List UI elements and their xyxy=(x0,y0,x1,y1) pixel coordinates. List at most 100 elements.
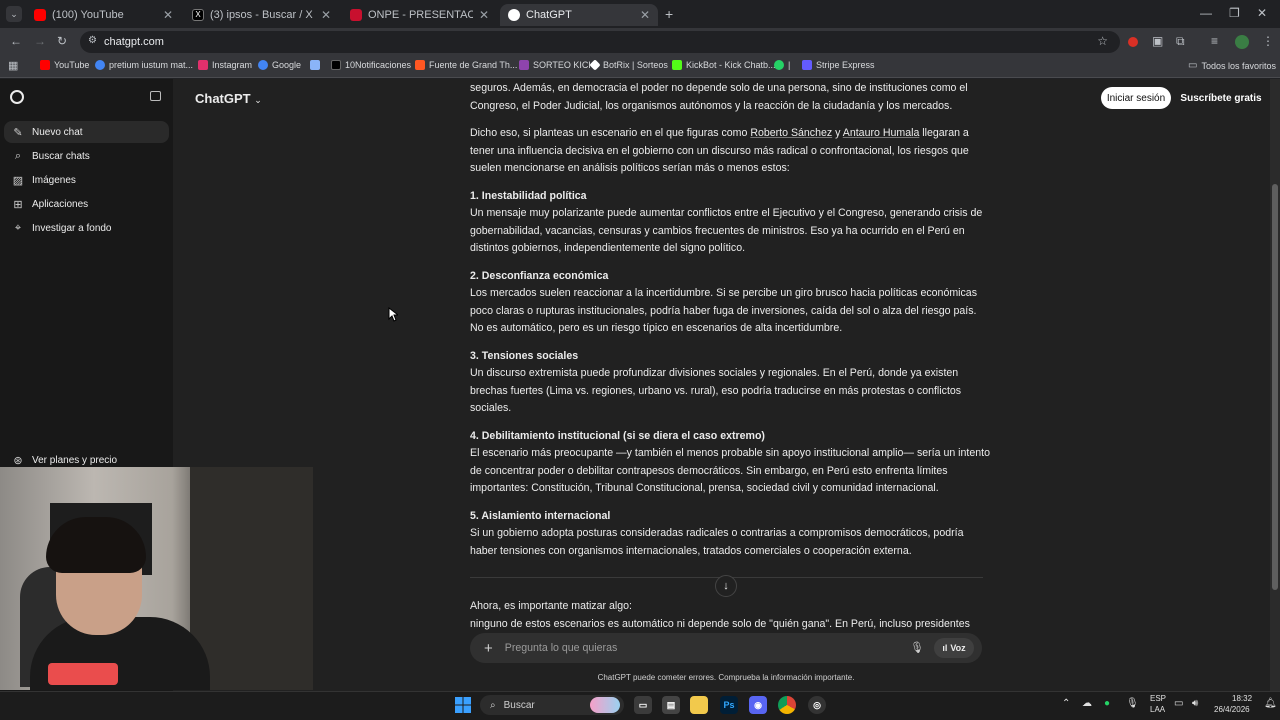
bookmark-unnamed[interactable] xyxy=(310,60,324,70)
task-view-icon[interactable]: ▭ xyxy=(634,696,652,714)
printer-app-icon[interactable]: ▤ xyxy=(662,696,680,714)
sidebar-item-apps[interactable]: ⊞ Aplicaciones xyxy=(4,193,169,215)
extension-icon[interactable]: ▣ xyxy=(1152,34,1163,48)
bookmark-stripe[interactable]: Stripe Express xyxy=(802,60,875,70)
volume-icon[interactable]: 🔊︎ xyxy=(1192,698,1198,709)
sidebar-item-label: Nuevo chat xyxy=(32,126,83,138)
prompt-input[interactable]: Pregunta lo que quieras xyxy=(505,642,618,654)
model-label: ChatGPT xyxy=(195,91,251,106)
kickbot-icon xyxy=(672,60,682,70)
tab-onpe[interactable]: ONPE - PRESENTACIÓN DE RES ✕ xyxy=(342,4,497,26)
keyboard-layout-indicator[interactable]: LAA xyxy=(1150,705,1165,714)
bookmark-sorteo-kick[interactable]: SORTEO KICK xyxy=(519,60,594,70)
bookmark-label: Google xyxy=(272,60,302,70)
reload-icon[interactable]: ↻ xyxy=(57,34,67,48)
chrome-icon[interactable] xyxy=(778,696,796,714)
minimize-icon[interactable]: — xyxy=(1200,6,1212,20)
prompt-composer[interactable]: + Pregunta lo que quieras xyxy=(470,633,982,663)
search-label: Buscar xyxy=(503,699,535,711)
new-tab-icon[interactable]: + xyxy=(665,6,673,22)
sidebar-item-search-chats[interactable]: ⌕ Buscar chats xyxy=(4,145,169,167)
all-bookmarks-folder[interactable]: ▭ Todos los favoritos xyxy=(1188,60,1276,71)
mouse-cursor-icon xyxy=(388,307,398,322)
obs-icon[interactable]: ◎ xyxy=(808,696,826,714)
taskbar-search[interactable]: ⌕ Buscar xyxy=(480,695,624,715)
back-icon[interactable]: ← xyxy=(10,34,22,48)
bookmark-whatsapp[interactable]: | xyxy=(774,60,790,70)
sidebar-item-deep-research[interactable]: ⌖ Investigar a fondo xyxy=(4,217,169,239)
profile-avatar[interactable] xyxy=(1235,35,1249,49)
clock-date[interactable]: 26/4/2026 xyxy=(1214,705,1250,714)
tab-x[interactable]: X (3) ipsos - Buscar / X ✕ xyxy=(184,4,339,26)
scroll-down-button[interactable]: ↓ xyxy=(715,575,737,597)
message-tail: Ahora, es importante matizar algo: ningu… xyxy=(470,598,982,633)
tab-title: ChatGPT xyxy=(526,9,572,21)
tab-chatgpt[interactable]: ChatGPT ✕ xyxy=(500,4,658,26)
bookmark-kickbot[interactable]: KickBot - Kick Chatb... xyxy=(672,60,776,70)
windows-start-icon[interactable] xyxy=(454,696,472,714)
bookmark-10notificaciones[interactable]: 10Notificaciones xyxy=(331,60,411,70)
url-text: chatgpt.com xyxy=(104,36,164,48)
login-button[interactable]: Iniciar sesión xyxy=(1101,87,1171,109)
telescope-icon: ⌖ xyxy=(14,221,22,234)
address-bar[interactable]: ⚙ chatgpt.com ☆ xyxy=(80,31,1120,53)
voice-button[interactable]: ıl Voz xyxy=(934,638,974,658)
site-info-icon[interactable]: ⚙ xyxy=(88,35,97,46)
bookmark-label: Todos los favoritos xyxy=(1201,60,1276,71)
clock-time[interactable]: 18:32 xyxy=(1232,694,1252,703)
apps-icon: ⊞ xyxy=(13,198,23,211)
scrollbar-thumb[interactable] xyxy=(1272,184,1278,590)
tray-app-icon[interactable]: ☁ xyxy=(1082,698,1092,709)
bookmark-label: 10Notificaciones xyxy=(345,60,412,70)
bookmark-instagram[interactable]: Instagram xyxy=(198,60,252,70)
tray-whatsapp-icon[interactable]: ● xyxy=(1104,698,1110,709)
discord-icon[interactable]: ◉ xyxy=(749,696,767,714)
bookmark-botrix[interactable]: BotRix | Sorteos xyxy=(589,59,668,71)
sidebar-item-images[interactable]: ▨ Imágenes xyxy=(4,169,169,191)
entity-link[interactable]: Antauro Humala xyxy=(843,127,920,139)
point-body: Un discurso extremista puede profundizar… xyxy=(470,367,962,414)
network-icon[interactable]: ▭ xyxy=(1174,698,1183,709)
language-indicator[interactable]: ESP xyxy=(1150,694,1166,703)
tab-search-icon[interactable]: ≡ xyxy=(1211,34,1218,48)
tray-chevron-icon[interactable]: ⌃ xyxy=(1062,698,1070,709)
tab-title: ONPE - PRESENTACIÓN DE RES xyxy=(368,9,473,21)
message-paragraph: ninguno de estos escenarios es automátic… xyxy=(470,617,970,630)
chatgpt-logo-icon[interactable] xyxy=(10,90,24,104)
sidebar-item-label: Imágenes xyxy=(32,174,76,186)
microphone-icon[interactable]: 🎙︎ xyxy=(910,641,924,654)
bookmark-google[interactable]: Google xyxy=(258,60,301,70)
apps-grid-icon[interactable]: ▦ xyxy=(8,59,18,72)
sidebar-toggle-icon[interactable] xyxy=(150,91,161,101)
bookmark-label: YouTube xyxy=(54,60,90,70)
notifications-icon[interactable]: 🔔︎ xyxy=(1264,698,1277,709)
entity-link[interactable]: Roberto Sánchez xyxy=(750,127,832,139)
close-icon[interactable]: ✕ xyxy=(163,8,173,22)
bookmark-pretium[interactable]: pretium iustum mat... xyxy=(95,60,193,70)
extensions-puzzle-icon[interactable]: ⧉ xyxy=(1176,34,1185,49)
menu-icon[interactable]: ⋮ xyxy=(1262,34,1274,48)
signup-button[interactable]: Suscríbete gratis xyxy=(1176,87,1266,109)
photoshop-icon[interactable]: Ps xyxy=(720,696,738,714)
bookmark-label: SORTEO KICK xyxy=(533,60,595,70)
model-selector[interactable]: ChatGPT ⌄ xyxy=(195,91,262,106)
close-icon[interactable]: ✕ xyxy=(321,8,331,22)
bookmark-grand-theft[interactable]: Fuente de Grand Th... xyxy=(415,60,517,70)
file-explorer-icon[interactable] xyxy=(690,696,708,714)
sidebar-item-new-chat[interactable]: ✎ Nuevo chat xyxy=(4,121,169,143)
restore-icon[interactable]: ❐ xyxy=(1229,6,1240,20)
tab-youtube[interactable]: (100) YouTube ✕ xyxy=(26,4,181,26)
bookmark-youtube[interactable]: YouTube xyxy=(40,60,89,70)
waveform-icon: ıl xyxy=(942,643,948,653)
bookmark-star-icon[interactable]: ☆ xyxy=(1097,34,1108,48)
close-icon[interactable]: ✕ xyxy=(479,8,489,22)
tab-search-icon[interactable]: ⌄ xyxy=(6,6,22,22)
close-icon[interactable]: ✕ xyxy=(640,8,650,22)
add-attachment-icon[interactable]: + xyxy=(484,640,493,657)
extension-icon[interactable] xyxy=(1128,37,1138,47)
forward-icon[interactable]: → xyxy=(34,34,46,48)
x-icon: X xyxy=(192,9,204,21)
close-window-icon[interactable]: ✕ xyxy=(1257,6,1267,20)
image-icon: ▨ xyxy=(12,174,24,187)
tray-mic-icon[interactable]: 🎙︎ xyxy=(1126,698,1139,709)
